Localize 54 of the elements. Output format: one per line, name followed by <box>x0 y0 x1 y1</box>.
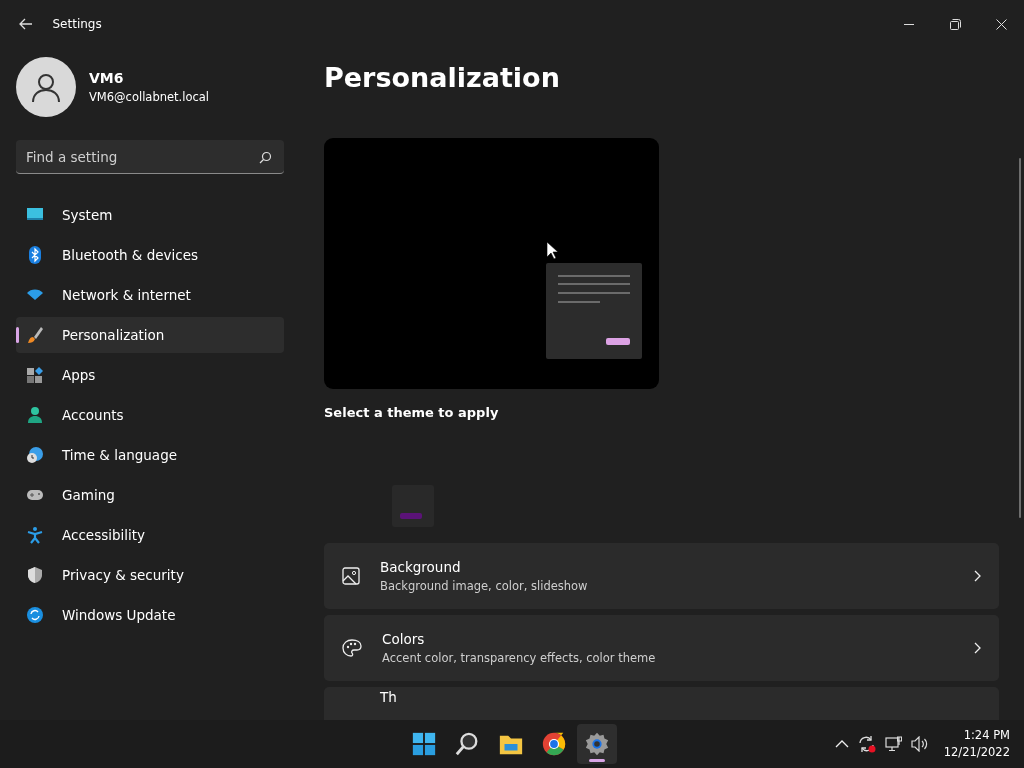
sidebar-item[interactable]: Bluetooth & devices <box>16 237 284 273</box>
settings-card[interactable]: Th <box>324 687 999 720</box>
globe-clock-icon <box>26 446 44 464</box>
avatar-icon[interactable] <box>16 57 76 117</box>
sidebar-item[interactable]: Accounts <box>16 397 284 433</box>
sidebar-item[interactable]: Windows Update <box>16 597 284 633</box>
card-title: Background <box>380 558 462 578</box>
bluetooth-icon <box>26 246 44 264</box>
account-email: VM6@collabnet.local <box>89 88 210 106</box>
shield-icon <box>26 566 44 584</box>
person-icon <box>26 406 44 424</box>
sidebar-item[interactable]: Personalization <box>16 317 284 353</box>
sidebar-item[interactable]: Accessibility <box>16 517 284 553</box>
volume-icon[interactable] <box>911 736 930 752</box>
sidebar-item[interactable]: Time & language <box>16 437 284 473</box>
close-icon <box>995 18 1007 30</box>
chevron-up-icon[interactable] <box>835 740 850 748</box>
chrome-icon <box>540 731 567 757</box>
update-icon <box>26 606 44 624</box>
chevron-right-icon <box>974 642 981 654</box>
scrollbar[interactable] <box>1019 158 1021 518</box>
palette-icon <box>342 639 362 657</box>
restore-icon <box>949 18 961 30</box>
window-title: Settings <box>52 16 102 33</box>
sidebar-item[interactable]: System <box>16 197 284 233</box>
sidebar-item[interactable]: Apps <box>16 357 284 393</box>
search-field[interactable]: Find a setting <box>16 140 284 174</box>
settings-card[interactable]: Colors Accent color, transparency effects, color theme <box>324 615 999 681</box>
section-heading: Select a theme to apply <box>324 403 500 422</box>
theme-thumbnail[interactable] <box>392 485 434 527</box>
sidebar-item[interactable]: Gaming <box>16 477 284 513</box>
card-title: Th <box>380 690 397 705</box>
start-icon <box>411 731 437 757</box>
account-name: VM6 <box>89 68 125 88</box>
back-arrow-icon <box>19 18 34 30</box>
taskbar-button[interactable] <box>577 724 617 764</box>
card-subtitle: Accent color, transparency effects, color theme <box>382 649 657 667</box>
page-title: Personalization <box>324 61 561 95</box>
settings-card[interactable]: Background Background image, color, slideshow <box>324 543 999 609</box>
gear-icon <box>584 731 610 757</box>
search-icon <box>259 151 272 164</box>
picture-icon <box>342 567 360 585</box>
chevron-right-icon <box>974 570 981 582</box>
accessibility-icon <box>26 526 44 544</box>
network-icon[interactable] <box>885 736 904 752</box>
clock[interactable]: 1:24 PM 12/21/2022 <box>943 727 1010 761</box>
sync-icon[interactable] <box>857 735 878 753</box>
card-subtitle: Background image, color, slideshow <box>380 577 589 595</box>
minimize-icon <box>904 23 914 25</box>
paintbrush-icon <box>26 326 44 344</box>
card-title: Colors <box>382 630 426 650</box>
sidebar-item[interactable]: Network & internet <box>16 277 284 313</box>
apps-icon <box>26 366 44 384</box>
sidebar-item[interactable]: Privacy & security <box>16 557 284 593</box>
